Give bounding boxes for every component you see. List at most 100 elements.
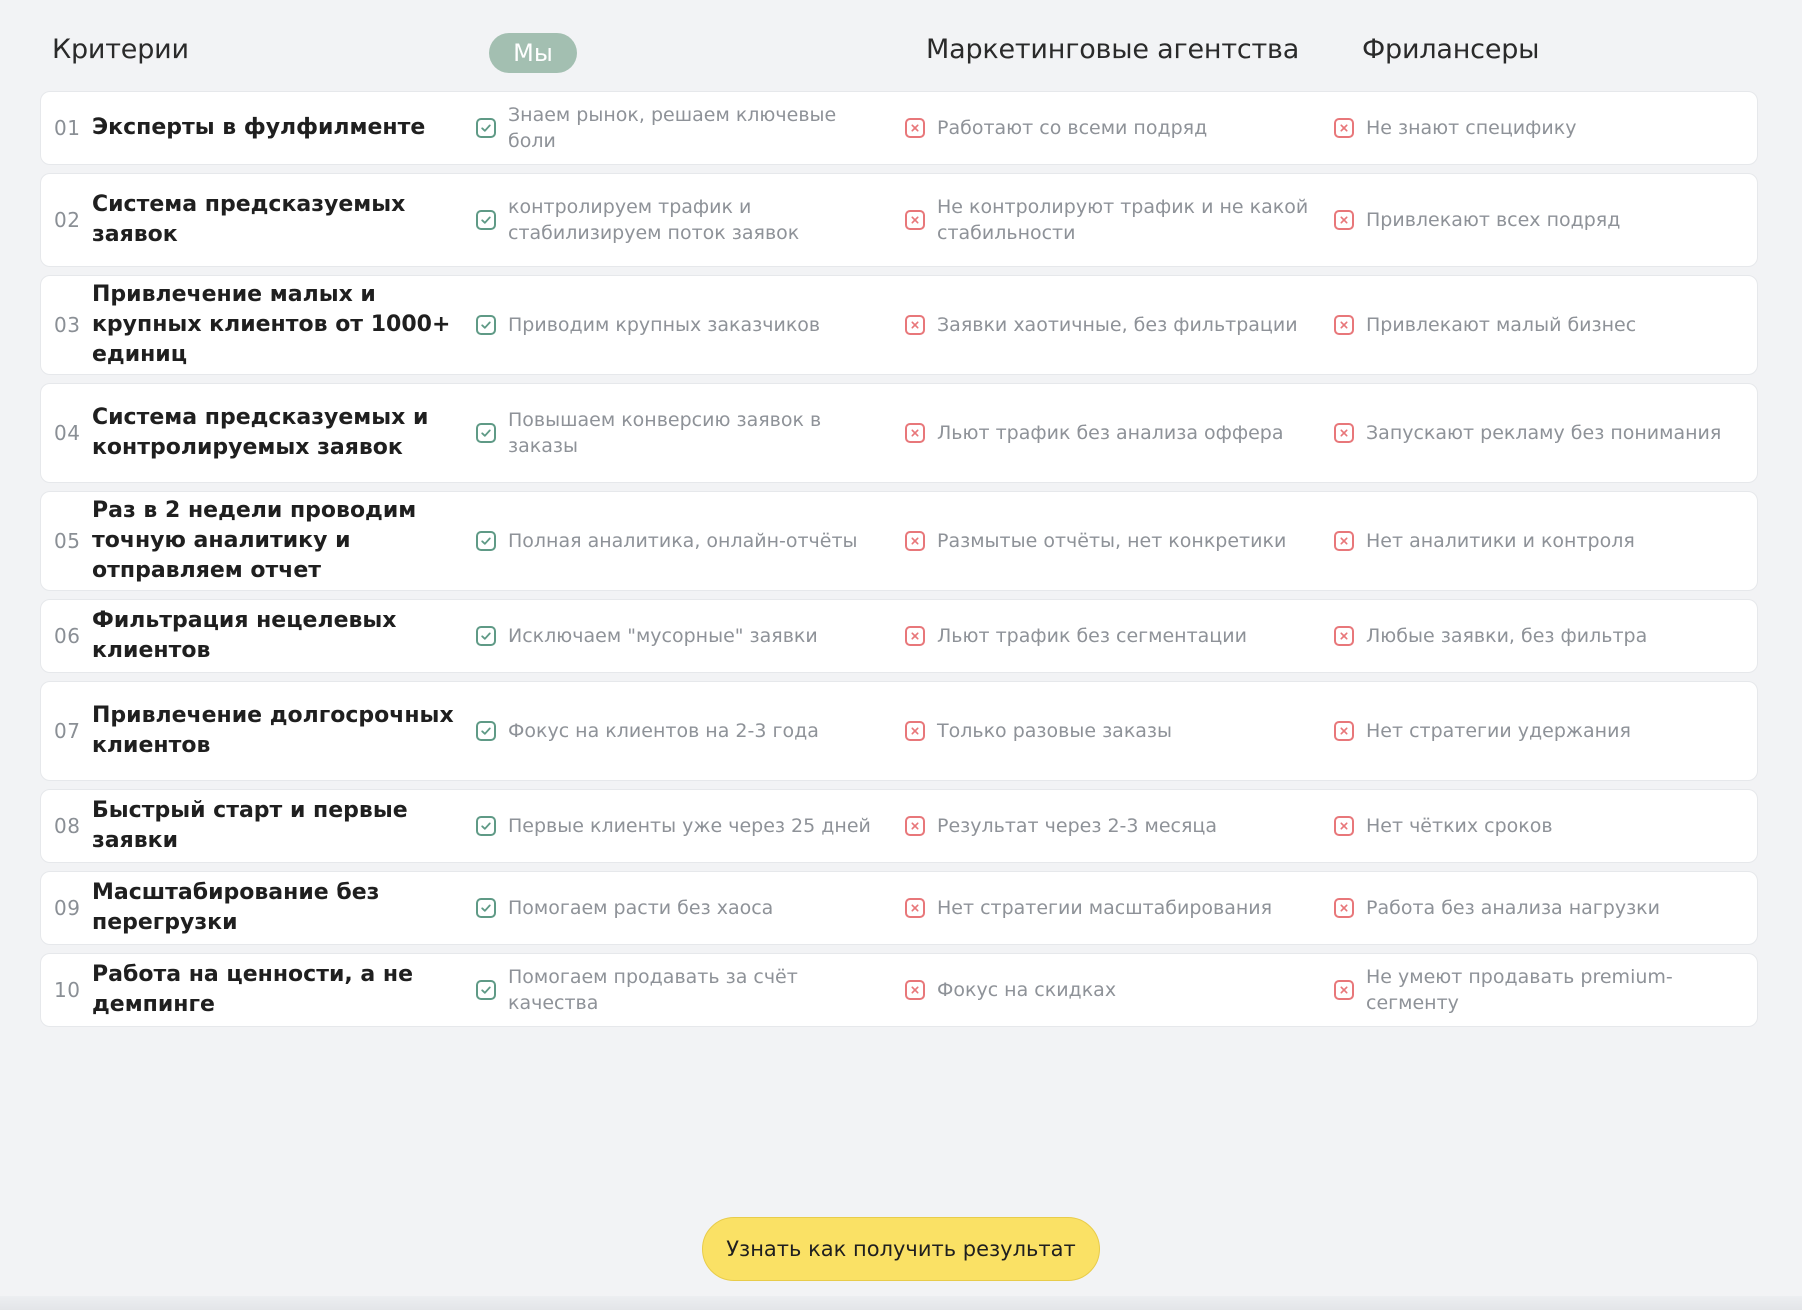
us-text: Знаем рынок, решаем ключевые боли: [508, 104, 837, 152]
x-square-icon: [905, 980, 925, 1000]
criterion-cell: 04 Система предсказуемых и контролируемых…: [41, 403, 476, 463]
x-square-icon: [1334, 898, 1354, 918]
agencies-cell: Результат через 2-3 месяца: [905, 813, 1334, 839]
us-cell: Фокус на клиентов на 2-3 года: [476, 718, 905, 744]
agencies-cell: Нет стратегии масштабирования: [905, 895, 1334, 921]
x-square-icon: [905, 626, 925, 646]
x-square-icon: [905, 531, 925, 551]
row-number: 03: [54, 313, 81, 337]
freelancers-text: Нет стратегии удержания: [1366, 720, 1631, 742]
header-criteria: Критерии: [52, 34, 189, 65]
comparison-row: 06 Фильтрация нецелевых клиентов Исключаем…: [40, 599, 1758, 673]
freelancers-text: Запускают рекламу без понимания: [1366, 422, 1722, 444]
check-square-icon: [476, 118, 496, 138]
freelancers-text: Работа без анализа нагрузки: [1366, 897, 1661, 919]
header-us-pill: Мы: [489, 33, 577, 73]
freelancers-cell: Привлекают всех подряд: [1334, 207, 1754, 233]
us-text: контролируем трафик и стабилизируем пото…: [508, 196, 800, 244]
agencies-cell: Льют трафик без анализа оффера: [905, 420, 1334, 446]
criterion-title: Быстрый старт и первые заявки: [92, 798, 408, 853]
criterion-title: Масштабирование без перегрузки: [92, 880, 380, 935]
x-square-icon: [1334, 210, 1354, 230]
us-text: Фокус на клиентов на 2-3 года: [508, 720, 819, 742]
freelancers-cell: Работа без анализа нагрузки: [1334, 895, 1754, 921]
us-cell: Полная аналитика, онлайн-отчёты: [476, 528, 905, 554]
us-text: Повышаем конверсию заявок в заказы: [508, 409, 822, 457]
us-text: Помогаем продавать за счёт качества: [508, 966, 798, 1014]
x-square-icon: [905, 210, 925, 230]
header-agencies: Маркетинговые агентства: [926, 34, 1300, 65]
x-square-icon: [905, 816, 925, 836]
us-text: Исключаем "мусорные" заявки: [508, 625, 818, 647]
check-square-icon: [476, 210, 496, 230]
row-number: 07: [54, 719, 81, 743]
bottom-edge: [0, 1296, 1802, 1310]
freelancers-cell: Не знают специфику: [1334, 115, 1754, 141]
us-cell: Знаем рынок, решаем ключевые боли: [476, 102, 905, 154]
row-number: 05: [54, 529, 81, 553]
comparison-row: 04 Система предсказуемых и контролируемых…: [40, 383, 1758, 483]
us-cell: Исключаем "мусорные" заявки: [476, 623, 905, 649]
comparison-row: 09 Масштабирование без перегрузки Помогаем…: [40, 871, 1758, 945]
criterion-cell: 08 Быстрый старт и первые заявки: [41, 796, 476, 856]
comparison-row: 03 Привлечение малых и крупных клиентов о…: [40, 275, 1758, 375]
agencies-cell: Льют трафик без сегментации: [905, 623, 1334, 649]
check-square-icon: [476, 531, 496, 551]
check-square-icon: [476, 898, 496, 918]
freelancers-cell: Нет стратегии удержания: [1334, 718, 1754, 744]
freelancers-cell: Любые заявки, без фильтра: [1334, 623, 1754, 649]
agencies-text: Работают со всеми подряд: [937, 117, 1208, 139]
agencies-text: Льют трафик без анализа оффера: [937, 422, 1284, 444]
criterion-cell: 07 Привлечение долгосрочных клиентов: [41, 701, 476, 761]
check-square-icon: [476, 423, 496, 443]
comparison-row: 02 Система предсказуемых заявок контролиру…: [40, 173, 1758, 267]
criterion-title: Раз в 2 недели проводим точную аналитику…: [92, 498, 417, 583]
row-number: 01: [54, 116, 81, 140]
row-number: 08: [54, 814, 81, 838]
criterion-cell: 06 Фильтрация нецелевых клиентов: [41, 606, 476, 666]
x-square-icon: [905, 423, 925, 443]
criterion-title: Система предсказуемых и контролируемых з…: [92, 405, 429, 460]
x-square-icon: [1334, 626, 1354, 646]
x-square-icon: [905, 315, 925, 335]
criterion-cell: 09 Масштабирование без перегрузки: [41, 878, 476, 938]
x-square-icon: [1334, 531, 1354, 551]
comparison-row: 01 Эксперты в фулфилменте Знаем рынок, реш…: [40, 91, 1758, 165]
row-number: 06: [54, 624, 81, 648]
check-square-icon: [476, 980, 496, 1000]
row-number: 10: [54, 978, 81, 1002]
freelancers-cell: Нет аналитики и контроля: [1334, 528, 1754, 554]
comparison-rows: 01 Эксперты в фулфилменте Знаем рынок, реш…: [40, 91, 1762, 1027]
x-square-icon: [905, 118, 925, 138]
freelancers-text: Нет чётких сроков: [1366, 815, 1553, 837]
x-square-icon: [1334, 721, 1354, 741]
us-cell: контролируем трафик и стабилизируем пото…: [476, 194, 905, 246]
check-square-icon: [476, 315, 496, 335]
table-header: Критерии Мы Маркетинговые агентства Фрил…: [40, 0, 1762, 91]
agencies-text: Нет стратегии масштабирования: [937, 897, 1273, 919]
criterion-title: Система предсказуемых заявок: [92, 192, 406, 247]
criterion-cell: 01 Эксперты в фулфилменте: [41, 113, 476, 143]
x-square-icon: [1334, 315, 1354, 335]
check-square-icon: [476, 626, 496, 646]
us-text: Приводим крупных заказчиков: [508, 314, 821, 336]
header-freelancers: Фрилансеры: [1362, 34, 1540, 65]
check-square-icon: [476, 816, 496, 836]
x-square-icon: [905, 721, 925, 741]
x-square-icon: [1334, 816, 1354, 836]
criterion-title: Привлечение малых и крупных клиентов от …: [92, 282, 451, 367]
freelancers-text: Привлекают малый бизнес: [1366, 314, 1637, 336]
agencies-cell: Работают со всеми подряд: [905, 115, 1334, 141]
agencies-text: Результат через 2-3 месяца: [937, 815, 1218, 837]
us-cell: Приводим крупных заказчиков: [476, 312, 905, 338]
x-square-icon: [1334, 423, 1354, 443]
comparison-row: 07 Привлечение долгосрочных клиентов Фокус…: [40, 681, 1758, 781]
cta-button[interactable]: Узнать как получить результат: [702, 1217, 1100, 1281]
criterion-title: Привлечение долгосрочных клиентов: [92, 703, 454, 758]
agencies-text: Фокус на скидках: [937, 979, 1117, 1001]
comparison-row: 08 Быстрый старт и первые заявки Первые кл…: [40, 789, 1758, 863]
agencies-cell: Только разовые заказы: [905, 718, 1334, 744]
freelancers-cell: Запускают рекламу без понимания: [1334, 420, 1754, 446]
x-square-icon: [1334, 118, 1354, 138]
criterion-cell: 05 Раз в 2 недели проводим точную аналити…: [41, 496, 476, 586]
